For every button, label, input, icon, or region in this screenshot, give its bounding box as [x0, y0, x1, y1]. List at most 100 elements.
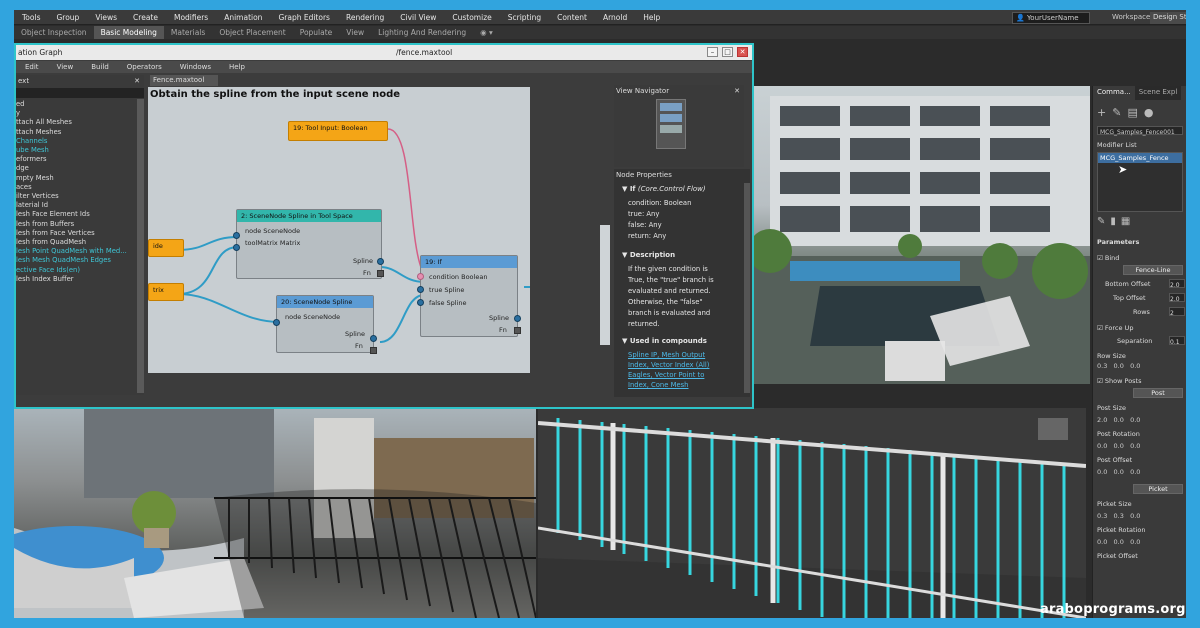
hierarchy-icon[interactable]: ▤ — [1127, 106, 1143, 119]
menu-create[interactable]: Create — [125, 13, 166, 22]
port-true-in[interactable] — [417, 286, 424, 293]
operator-list-item[interactable]: ed — [16, 100, 144, 109]
post-rotation-x[interactable]: 0.0 — [1097, 442, 1107, 450]
rows-input[interactable]: 2 — [1170, 310, 1174, 317]
menu-content[interactable]: Content — [549, 13, 595, 22]
port-node-in[interactable] — [233, 232, 240, 239]
menu-tools[interactable]: Tools — [14, 13, 48, 22]
menu-views[interactable]: Views — [87, 13, 125, 22]
bottom-offset-input[interactable]: 2.0 — [1170, 282, 1180, 289]
navigator-close-icon[interactable]: ✕ — [734, 87, 740, 95]
ribbon-tab-populate[interactable]: Populate — [293, 26, 340, 39]
post-offset-y[interactable]: 0.0 — [1114, 468, 1124, 476]
operator-list-item[interactable]: lesh Point QuadMesh with Med... — [16, 247, 144, 256]
mcg-titlebar[interactable]: ation Graph /fence.maxtool – □ ✕ — [16, 45, 752, 60]
operator-list-item[interactable]: mpty Mesh — [16, 174, 144, 183]
post-size-z[interactable]: 0.0 — [1130, 416, 1140, 424]
user-account-dropdown[interactable]: 👤 YourUserName — [1012, 12, 1090, 24]
port-fn-out-2[interactable] — [370, 347, 377, 354]
operator-list-item[interactable]: lesh Face Element Ids — [16, 210, 144, 219]
operator-list-item[interactable]: ilter Vertices — [16, 192, 144, 201]
menu-group[interactable]: Group — [48, 13, 87, 22]
port-fn-out-3[interactable] — [514, 327, 521, 334]
minimize-icon[interactable]: – — [707, 47, 718, 57]
menu-scripting[interactable]: Scripting — [500, 13, 549, 22]
properties-scrollbar[interactable] — [744, 183, 750, 393]
menu-help[interactable]: Help — [635, 13, 668, 22]
tab-fence-maxtool[interactable]: Fence.maxtool — [150, 75, 218, 86]
menu-rendering[interactable]: Rendering — [338, 13, 392, 22]
operator-list-item[interactable]: eformers — [16, 155, 144, 164]
motion-icon[interactable]: ● — [1144, 106, 1160, 119]
picket-size-z[interactable]: 0.0 — [1130, 512, 1140, 520]
viewport-selected-fence[interactable] — [538, 408, 1086, 618]
port-toolmatrix-in[interactable] — [233, 244, 240, 251]
viewport-perspective-bottom-left[interactable] — [14, 408, 536, 618]
node-graph-canvas[interactable]: Obtain the spline from the input scene n… — [148, 87, 530, 373]
post-offset-z[interactable]: 0.0 — [1130, 468, 1140, 476]
tab-scene-explorer[interactable]: Scene Expl — [1134, 86, 1182, 100]
description-collapse-icon[interactable]: ▼ — [622, 251, 630, 259]
modifier-stack-item[interactable]: MCG_Samples_Fence — [1098, 153, 1182, 163]
fence-line-button[interactable]: Fence-Line — [1123, 265, 1183, 275]
compound-link[interactable]: Spline IP, Mesh Output — [628, 351, 705, 359]
picket-size-x[interactable]: 0.3 — [1097, 512, 1107, 520]
pin-stack-icon[interactable]: ✎ — [1097, 216, 1110, 227]
bind-checkbox[interactable]: ☑ — [1097, 254, 1105, 262]
mcg-menu-windows[interactable]: Windows — [171, 63, 220, 71]
create-icon[interactable]: + — [1097, 106, 1112, 119]
close-icon[interactable]: ✕ — [737, 47, 748, 57]
post-size-y[interactable]: 0.0 — [1114, 416, 1124, 424]
picket-rotation-y[interactable]: 0.0 — [1114, 538, 1124, 546]
picket-size-y[interactable]: 0.3 — [1114, 512, 1124, 520]
port-node-in-2[interactable] — [273, 319, 280, 326]
if-node[interactable]: 19: If condition Boolean true Spline fal… — [420, 255, 518, 337]
operator-list-item[interactable]: laterial Id — [16, 201, 144, 210]
mcg-menu-operators[interactable]: Operators — [118, 63, 171, 71]
compound-link[interactable]: Eagles, Vector Point to — [628, 371, 704, 379]
ribbon-tab-object-placement[interactable]: Object Placement — [212, 26, 292, 39]
navigator-minimap[interactable] — [656, 99, 686, 149]
object-name-field[interactable]: MCG_Samples_Fence001 — [1098, 129, 1175, 136]
menu-customize[interactable]: Customize — [444, 13, 499, 22]
mcg-menu-help[interactable]: Help — [220, 63, 254, 71]
viewport-perspective-top[interactable] — [750, 86, 1090, 384]
post-size-x[interactable]: 2.0 — [1097, 416, 1107, 424]
compound-link[interactable]: Index, Cone Mesh — [628, 381, 688, 389]
operator-search-input[interactable] — [16, 88, 144, 98]
picket-button[interactable]: Picket — [1133, 484, 1183, 494]
make-unique-icon[interactable]: ▦ — [1121, 216, 1135, 227]
panel-close-icon[interactable]: ✕ — [134, 75, 140, 87]
show-posts-checkbox[interactable]: ☑ — [1097, 377, 1105, 385]
operator-list-item[interactable]: Channels — [16, 137, 144, 146]
port-spline-out-2[interactable] — [370, 335, 377, 342]
post-button[interactable]: Post — [1133, 388, 1183, 398]
operator-list-item[interactable]: ttach All Meshes — [16, 118, 144, 127]
top-offset-input[interactable]: 2.0 — [1170, 296, 1180, 303]
show-end-result-icon[interactable]: ▮ — [1110, 216, 1121, 227]
port-false-in[interactable] — [417, 299, 424, 306]
operator-list-scrollbar[interactable] — [137, 99, 144, 393]
post-rotation-z[interactable]: 0.0 — [1130, 442, 1140, 450]
force-up-checkbox[interactable]: ☑ — [1097, 324, 1105, 332]
operator-list-item[interactable]: ective Face Ids(en) — [16, 266, 144, 275]
row-size-x[interactable]: 0.3 — [1097, 362, 1107, 370]
ribbon-tab-materials[interactable]: Materials — [164, 26, 212, 39]
menu-graph-editors[interactable]: Graph Editors — [270, 13, 338, 22]
port-condition-in[interactable] — [417, 273, 424, 280]
operator-list-item[interactable]: lesh Mesh QuadMesh Edges — [16, 256, 144, 265]
modify-icon[interactable]: ✎ — [1112, 106, 1127, 119]
row-size-y[interactable]: 0.0 — [1114, 362, 1124, 370]
ribbon-tab-view[interactable]: View — [339, 26, 371, 39]
maximize-icon[interactable]: □ — [722, 47, 733, 57]
menu-civil-view[interactable]: Civil View — [392, 13, 444, 22]
port-spline-out[interactable] — [377, 258, 384, 265]
picket-rotation-z[interactable]: 0.0 — [1130, 538, 1140, 546]
operator-list-item[interactable]: lesh from Face Vertices — [16, 229, 144, 238]
post-rotation-y[interactable]: 0.0 — [1114, 442, 1124, 450]
operator-list-item[interactable]: dge — [16, 164, 144, 173]
port-fn-out[interactable] — [377, 270, 384, 277]
workspaces-dropdown[interactable]: Design St — [1150, 12, 1186, 24]
operator-list-item[interactable]: lesh from QuadMesh — [16, 238, 144, 247]
mcg-menu-build[interactable]: Build — [82, 63, 118, 71]
